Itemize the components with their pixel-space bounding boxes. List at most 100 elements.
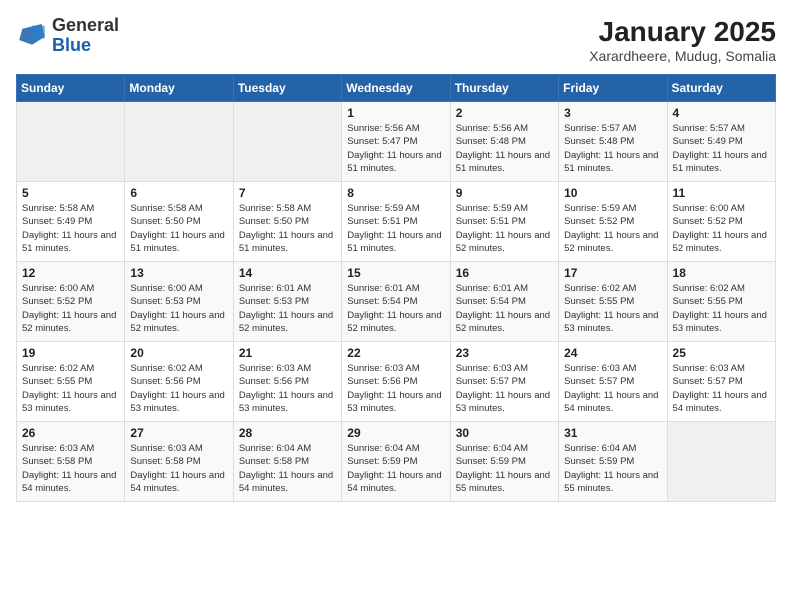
weekday-header-row: SundayMondayTuesdayWednesdayThursdayFrid… <box>17 75 776 102</box>
logo-blue-text: Blue <box>52 35 91 55</box>
calendar-cell: 16 Sunrise: 6:01 AMSunset: 5:54 PMDayligh… <box>450 262 558 342</box>
day-number: 21 <box>239 346 336 360</box>
day-info: Sunrise: 6:02 AMSunset: 5:55 PMDaylight:… <box>22 362 119 415</box>
day-info: Sunrise: 6:04 AMSunset: 5:59 PMDaylight:… <box>347 442 444 495</box>
weekday-header-tuesday: Tuesday <box>233 75 341 102</box>
day-info: Sunrise: 6:03 AMSunset: 5:57 PMDaylight:… <box>564 362 661 415</box>
calendar-week-2: 5 Sunrise: 5:58 AMSunset: 5:49 PMDaylight… <box>17 182 776 262</box>
weekday-header-friday: Friday <box>559 75 667 102</box>
calendar-cell: 4 Sunrise: 5:57 AMSunset: 5:49 PMDaylight… <box>667 102 775 182</box>
calendar-cell: 19 Sunrise: 6:02 AMSunset: 5:55 PMDayligh… <box>17 342 125 422</box>
day-info: Sunrise: 5:58 AMSunset: 5:50 PMDaylight:… <box>239 202 336 255</box>
day-number: 15 <box>347 266 444 280</box>
day-info: Sunrise: 5:56 AMSunset: 5:47 PMDaylight:… <box>347 122 444 175</box>
calendar-cell: 20Sunrise: 6:02 AMSunset: 5:56 PMDayligh… <box>125 342 233 422</box>
calendar-week-4: 19 Sunrise: 6:02 AMSunset: 5:55 PMDayligh… <box>17 342 776 422</box>
weekday-header-thursday: Thursday <box>450 75 558 102</box>
day-number: 11 <box>673 186 770 200</box>
day-info: Sunrise: 6:03 AMSunset: 5:58 PMDaylight:… <box>130 442 227 495</box>
calendar-cell: 5 Sunrise: 5:58 AMSunset: 5:49 PMDaylight… <box>17 182 125 262</box>
day-info: Sunrise: 6:01 AMSunset: 5:53 PMDaylight:… <box>239 282 336 335</box>
calendar-cell: 18 Sunrise: 6:02 AMSunset: 5:55 PMDayligh… <box>667 262 775 342</box>
calendar-cell: 21Sunrise: 6:03 AMSunset: 5:56 PMDayligh… <box>233 342 341 422</box>
calendar-cell: 26Sunrise: 6:03 AMSunset: 5:58 PMDayligh… <box>17 422 125 502</box>
day-info: Sunrise: 5:58 AMSunset: 5:50 PMDaylight:… <box>130 202 227 255</box>
day-info: Sunrise: 6:03 AMSunset: 5:57 PMDaylight:… <box>673 362 770 415</box>
logo-icon <box>16 22 48 50</box>
calendar-cell: 3 Sunrise: 5:57 AMSunset: 5:48 PMDaylight… <box>559 102 667 182</box>
calendar-table: SundayMondayTuesdayWednesdayThursdayFrid… <box>16 74 776 502</box>
day-number: 6 <box>130 186 227 200</box>
calendar-cell: 6 Sunrise: 5:58 AMSunset: 5:50 PMDaylight… <box>125 182 233 262</box>
calendar-cell: 13 Sunrise: 6:00 AMSunset: 5:53 PMDayligh… <box>125 262 233 342</box>
calendar-cell: 29 Sunrise: 6:04 AMSunset: 5:59 PMDayligh… <box>342 422 450 502</box>
day-info: Sunrise: 6:00 AMSunset: 5:53 PMDaylight:… <box>130 282 227 335</box>
day-info: Sunrise: 6:01 AMSunset: 5:54 PMDaylight:… <box>456 282 553 335</box>
day-info: Sunrise: 5:59 AMSunset: 5:52 PMDaylight:… <box>564 202 661 255</box>
day-info: Sunrise: 5:59 AMSunset: 5:51 PMDaylight:… <box>347 202 444 255</box>
day-number: 5 <box>22 186 119 200</box>
day-number: 3 <box>564 106 661 120</box>
calendar-subtitle: Xarardheere, Mudug, Somalia <box>589 48 776 64</box>
calendar-cell: 10Sunrise: 5:59 AMSunset: 5:52 PMDayligh… <box>559 182 667 262</box>
calendar-week-1: 1 Sunrise: 5:56 AMSunset: 5:47 PMDaylight… <box>17 102 776 182</box>
day-number: 25 <box>673 346 770 360</box>
day-number: 4 <box>673 106 770 120</box>
day-number: 16 <box>456 266 553 280</box>
weekday-header-wednesday: Wednesday <box>342 75 450 102</box>
day-info: Sunrise: 5:57 AMSunset: 5:49 PMDaylight:… <box>673 122 770 175</box>
day-info: Sunrise: 6:04 AMSunset: 5:59 PMDaylight:… <box>564 442 661 495</box>
day-number: 26 <box>22 426 119 440</box>
day-info: Sunrise: 5:59 AMSunset: 5:51 PMDaylight:… <box>456 202 553 255</box>
day-info: Sunrise: 6:02 AMSunset: 5:56 PMDaylight:… <box>130 362 227 415</box>
calendar-cell: 8 Sunrise: 5:59 AMSunset: 5:51 PMDaylight… <box>342 182 450 262</box>
day-number: 28 <box>239 426 336 440</box>
day-number: 27 <box>130 426 227 440</box>
day-number: 22 <box>347 346 444 360</box>
day-number: 12 <box>22 266 119 280</box>
day-number: 8 <box>347 186 444 200</box>
day-number: 23 <box>456 346 553 360</box>
title-block: January 2025 Xarardheere, Mudug, Somalia <box>589 16 776 64</box>
day-info: Sunrise: 6:04 AMSunset: 5:59 PMDaylight:… <box>456 442 553 495</box>
day-number: 31 <box>564 426 661 440</box>
day-info: Sunrise: 6:02 AMSunset: 5:55 PMDaylight:… <box>564 282 661 335</box>
day-number: 13 <box>130 266 227 280</box>
logo: General Blue <box>16 16 119 56</box>
day-info: Sunrise: 6:00 AMSunset: 5:52 PMDaylight:… <box>22 282 119 335</box>
day-info: Sunrise: 5:56 AMSunset: 5:48 PMDaylight:… <box>456 122 553 175</box>
day-info: Sunrise: 6:01 AMSunset: 5:54 PMDaylight:… <box>347 282 444 335</box>
calendar-cell <box>233 102 341 182</box>
day-info: Sunrise: 6:03 AMSunset: 5:56 PMDaylight:… <box>347 362 444 415</box>
day-number: 19 <box>22 346 119 360</box>
calendar-cell: 27 Sunrise: 6:03 AMSunset: 5:58 PMDayligh… <box>125 422 233 502</box>
day-info: Sunrise: 6:00 AMSunset: 5:52 PMDaylight:… <box>673 202 770 255</box>
calendar-cell: 25 Sunrise: 6:03 AMSunset: 5:57 PMDayligh… <box>667 342 775 422</box>
calendar-header: SundayMondayTuesdayWednesdayThursdayFrid… <box>17 75 776 102</box>
day-number: 2 <box>456 106 553 120</box>
calendar-cell: 24 Sunrise: 6:03 AMSunset: 5:57 PMDayligh… <box>559 342 667 422</box>
day-number: 9 <box>456 186 553 200</box>
calendar-title: January 2025 <box>589 16 776 48</box>
weekday-header-sunday: Sunday <box>17 75 125 102</box>
day-info: Sunrise: 6:02 AMSunset: 5:55 PMDaylight:… <box>673 282 770 335</box>
day-number: 1 <box>347 106 444 120</box>
day-number: 14 <box>239 266 336 280</box>
day-info: Sunrise: 5:58 AMSunset: 5:49 PMDaylight:… <box>22 202 119 255</box>
logo-general-text: General <box>52 15 119 35</box>
day-info: Sunrise: 5:57 AMSunset: 5:48 PMDaylight:… <box>564 122 661 175</box>
calendar-cell: 28 Sunrise: 6:04 AMSunset: 5:58 PMDayligh… <box>233 422 341 502</box>
calendar-cell <box>17 102 125 182</box>
day-number: 7 <box>239 186 336 200</box>
calendar-cell: 30 Sunrise: 6:04 AMSunset: 5:59 PMDayligh… <box>450 422 558 502</box>
calendar-body: 1 Sunrise: 5:56 AMSunset: 5:47 PMDaylight… <box>17 102 776 502</box>
day-number: 18 <box>673 266 770 280</box>
day-number: 30 <box>456 426 553 440</box>
day-info: Sunrise: 6:03 AMSunset: 5:57 PMDaylight:… <box>456 362 553 415</box>
weekday-header-saturday: Saturday <box>667 75 775 102</box>
day-number: 29 <box>347 426 444 440</box>
calendar-cell: 14 Sunrise: 6:01 AMSunset: 5:53 PMDayligh… <box>233 262 341 342</box>
page-header: General Blue January 2025 Xarardheere, M… <box>16 16 776 64</box>
day-number: 24 <box>564 346 661 360</box>
day-info: Sunrise: 6:04 AMSunset: 5:58 PMDaylight:… <box>239 442 336 495</box>
